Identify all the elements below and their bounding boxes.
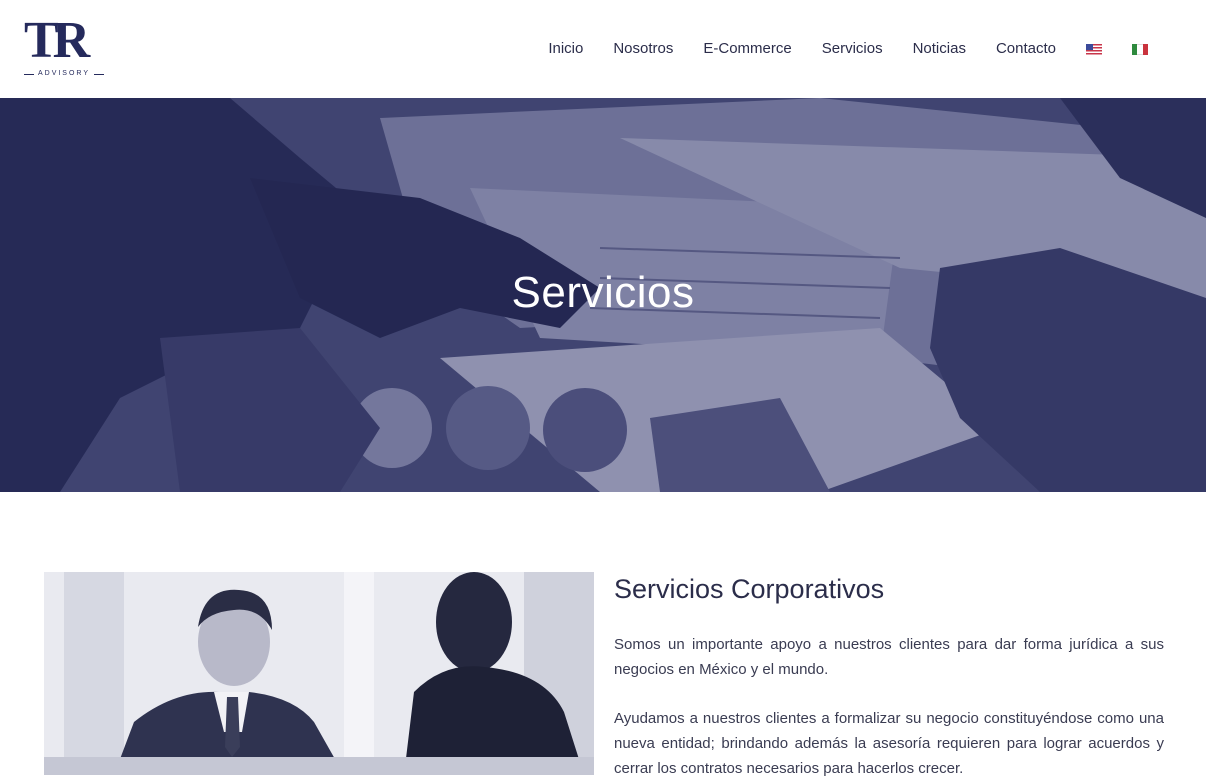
nav-item-inicio[interactable]: Inicio: [548, 36, 583, 62]
section-title: Servicios Corporativos: [614, 574, 885, 604]
logo-subtitle: ADVISORY: [24, 68, 104, 80]
hero-banner: Servicios: [0, 98, 1206, 492]
us-flag-icon[interactable]: [1086, 43, 1102, 55]
page-title: Servicios: [511, 268, 695, 317]
business-meeting-photo: [44, 572, 594, 775]
main-nav: Inicio Nosotros E-Commerce Servicios Not…: [548, 36, 1148, 62]
meeting-illustration: [44, 572, 594, 775]
nav-item-contacto[interactable]: Contacto: [996, 36, 1056, 62]
site-header: TR ADVISORY Inicio Nosotros E-Commerce S…: [0, 0, 1206, 98]
mexico-flag-icon[interactable]: [1132, 43, 1148, 55]
section-paragraph: Ayudamos a nuestros clientes a formaliza…: [614, 710, 1164, 777]
nav-item-nosotros[interactable]: Nosotros: [613, 36, 673, 62]
nav-item-noticias[interactable]: Noticias: [913, 36, 966, 62]
site-logo[interactable]: TR ADVISORY: [24, 12, 106, 80]
logo-mark: TR: [24, 12, 90, 69]
nav-item-servicios[interactable]: Servicios: [822, 36, 883, 62]
nav-item-ecommerce[interactable]: E-Commerce: [703, 36, 791, 62]
section-paragraph: Somos un importante apoyo a nuestros cli…: [614, 636, 1164, 678]
